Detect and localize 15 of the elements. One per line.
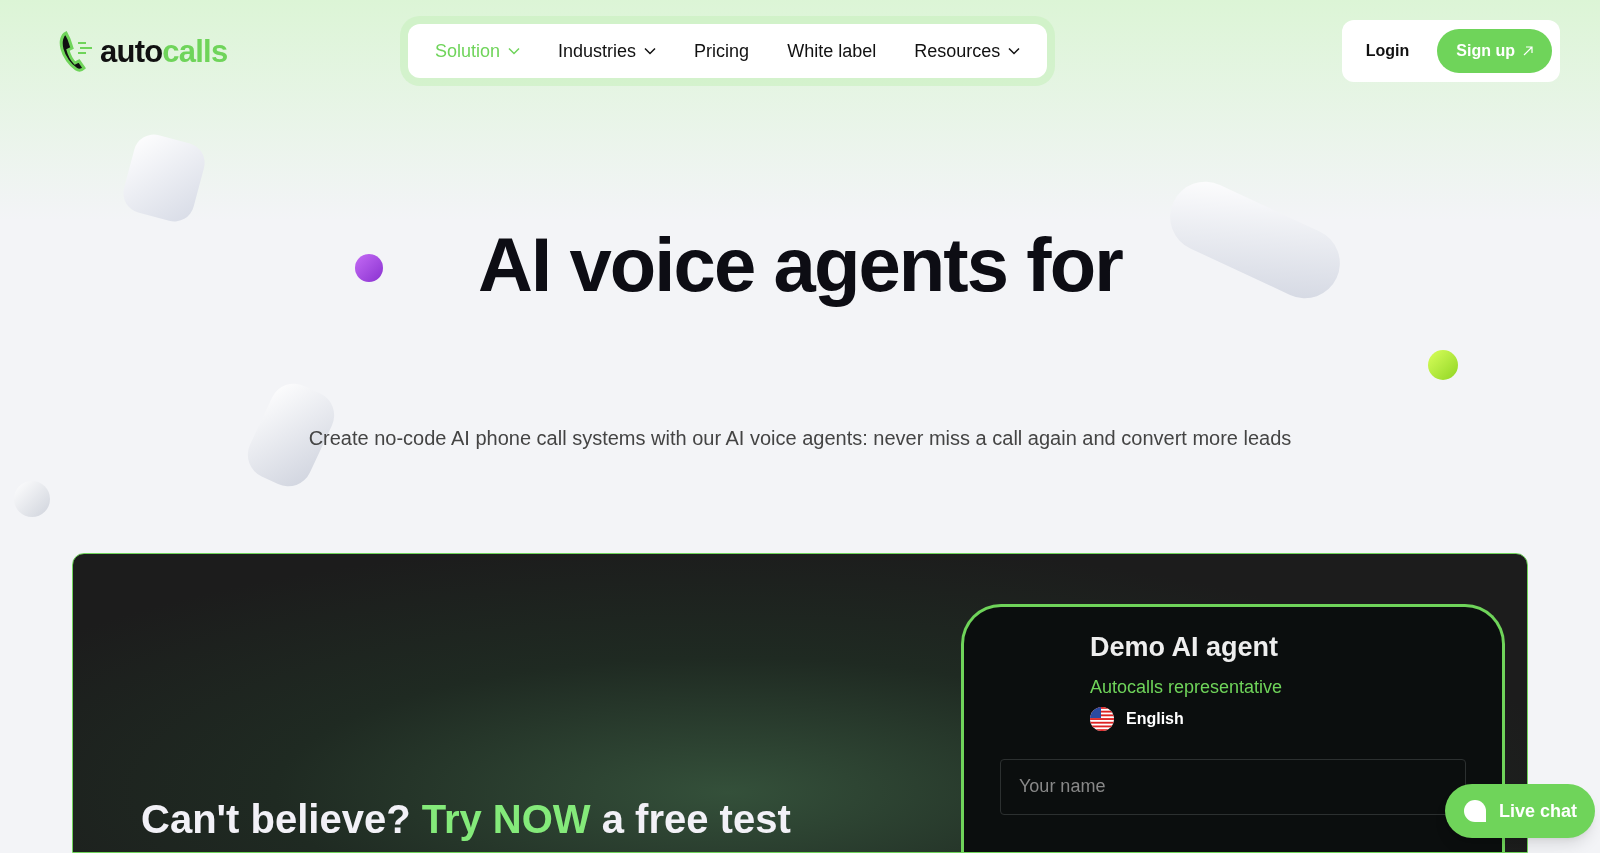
nav-link[interactable]: Pricing xyxy=(681,37,763,65)
nav-link[interactable]: White label xyxy=(774,37,890,65)
nav-link[interactable]: Industries xyxy=(545,37,670,65)
chat-bubble-icon xyxy=(1463,799,1487,823)
name-input-field[interactable]: Your name xyxy=(1000,758,1466,815)
logo-text: autocalls xyxy=(100,35,228,67)
arrow-up-right-icon xyxy=(1523,46,1533,56)
demo-headline: Can't believe? Try NOW a free test xyxy=(141,796,791,843)
nav-link[interactable]: Resources xyxy=(901,37,1034,65)
us-flag-icon xyxy=(1090,706,1114,731)
agent-title: Demo AI agent xyxy=(1090,631,1280,664)
language-label: English xyxy=(1126,708,1184,729)
hero-subtitle: Create no-code AI phone call systems with our AI voice agents: never miss a call again and convert more leads xyxy=(307,426,1293,451)
agent-role: Autocalls representative xyxy=(1090,675,1284,699)
login-button[interactable]: Login xyxy=(1349,39,1426,63)
